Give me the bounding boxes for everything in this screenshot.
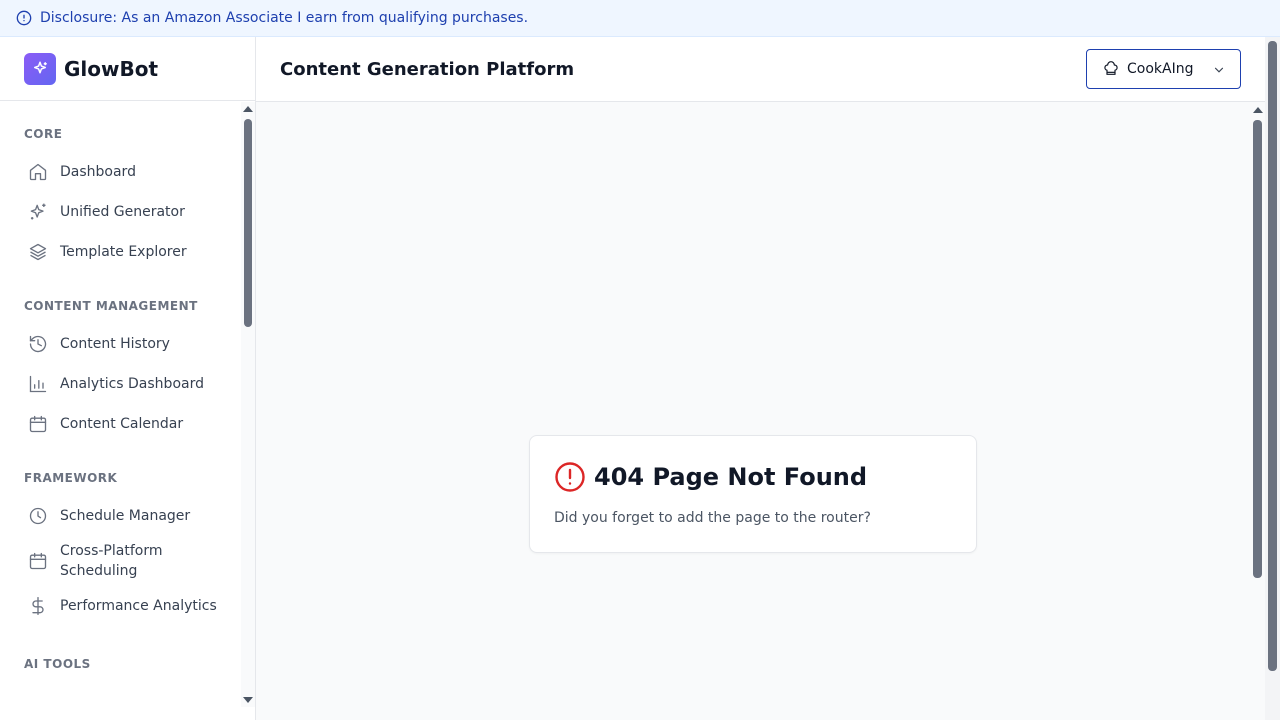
sparkles-icon	[28, 202, 48, 222]
sidebar-scrollbar[interactable]	[241, 102, 255, 707]
layers-icon	[28, 242, 48, 262]
sidebar-item-content-calendar[interactable]: Content Calendar	[0, 404, 241, 444]
sidebar-item-label: Template Explorer	[60, 244, 187, 260]
info-circle-icon	[16, 10, 32, 26]
section-title-core: CORE	[24, 127, 63, 141]
main-content: 404 Page Not Found Did you forget to add…	[256, 102, 1250, 720]
sidebar-item-dashboard[interactable]: Dashboard	[0, 152, 241, 192]
sidebar-item-label: Dashboard	[60, 164, 136, 180]
calendar-icon	[28, 414, 48, 434]
error-card: 404 Page Not Found Did you forget to add…	[529, 435, 977, 553]
error-title: 404 Page Not Found	[594, 463, 868, 491]
brand-name: GlowBot	[64, 56, 159, 81]
page-scrollbar[interactable]	[1265, 37, 1280, 720]
home-icon	[28, 162, 48, 182]
sidebar-scrollbar-thumb[interactable]	[244, 119, 252, 327]
section-title-content-management: CONTENT MANAGEMENT	[24, 299, 198, 313]
sidebar-item-label: Content Calendar	[60, 416, 184, 432]
brand[interactable]: GlowBot	[0, 37, 255, 101]
clock-icon	[28, 506, 48, 526]
sidebar-item-label: Schedule Manager	[60, 508, 191, 524]
section-title-ai-tools: AI TOOLS	[24, 657, 91, 671]
scroll-up-arrow-icon[interactable]	[1253, 107, 1263, 113]
sidebar-item-label: Unified Generator	[60, 204, 185, 220]
scroll-up-arrow-icon[interactable]	[243, 106, 253, 112]
sidebar-item-cross-platform-scheduling[interactable]: Cross-Platform Scheduling	[0, 536, 241, 586]
dollar-icon	[28, 596, 48, 616]
main-scrollbar-thumb[interactable]	[1253, 120, 1262, 578]
profile-selector[interactable]: CookAIng	[1086, 49, 1241, 89]
bar-chart-icon	[28, 374, 48, 394]
error-message: Did you forget to add the page to the ro…	[554, 510, 871, 526]
calendar-icon	[28, 551, 48, 571]
main-scrollbar[interactable]	[1250, 102, 1265, 720]
scroll-down-arrow-icon[interactable]	[243, 697, 253, 703]
sidebar-nav: CORE Dashboard Unified Generator Templat…	[0, 102, 241, 707]
alert-circle-icon	[554, 461, 586, 493]
section-title-framework: FRAMEWORK	[24, 471, 118, 485]
sidebar-item-label: Analytics Dashboard	[60, 376, 204, 392]
sidebar-item-content-history[interactable]: Content History	[0, 324, 241, 364]
sidebar-item-schedule-manager[interactable]: Schedule Manager	[0, 496, 241, 536]
sidebar: GlowBot CORE Dashboard Unified Generator…	[0, 37, 256, 720]
disclosure-text: Disclosure: As an Amazon Associate I ear…	[40, 10, 529, 26]
sidebar-item-analytics-dashboard[interactable]: Analytics Dashboard	[0, 364, 241, 404]
chef-hat-icon	[1103, 61, 1119, 77]
history-icon	[28, 334, 48, 354]
sidebar-item-label: Performance Analytics	[60, 598, 217, 614]
chevron-down-icon	[1212, 63, 1226, 77]
profile-label: CookAIng	[1127, 61, 1194, 77]
page-title: Content Generation Platform	[280, 58, 575, 80]
sparkles-icon	[24, 52, 56, 85]
sidebar-item-label: Cross-Platform Scheduling	[60, 543, 163, 579]
disclosure-banner: Disclosure: As an Amazon Associate I ear…	[0, 0, 1280, 37]
sidebar-item-label: Content History	[60, 336, 170, 352]
sidebar-item-unified-generator[interactable]: Unified Generator	[0, 192, 241, 232]
top-header: Content Generation Platform CookAIng	[256, 37, 1280, 102]
sidebar-item-performance-analytics[interactable]: Performance Analytics	[0, 586, 241, 626]
sidebar-item-template-explorer[interactable]: Template Explorer	[0, 232, 241, 272]
page-scrollbar-thumb[interactable]	[1268, 41, 1277, 671]
